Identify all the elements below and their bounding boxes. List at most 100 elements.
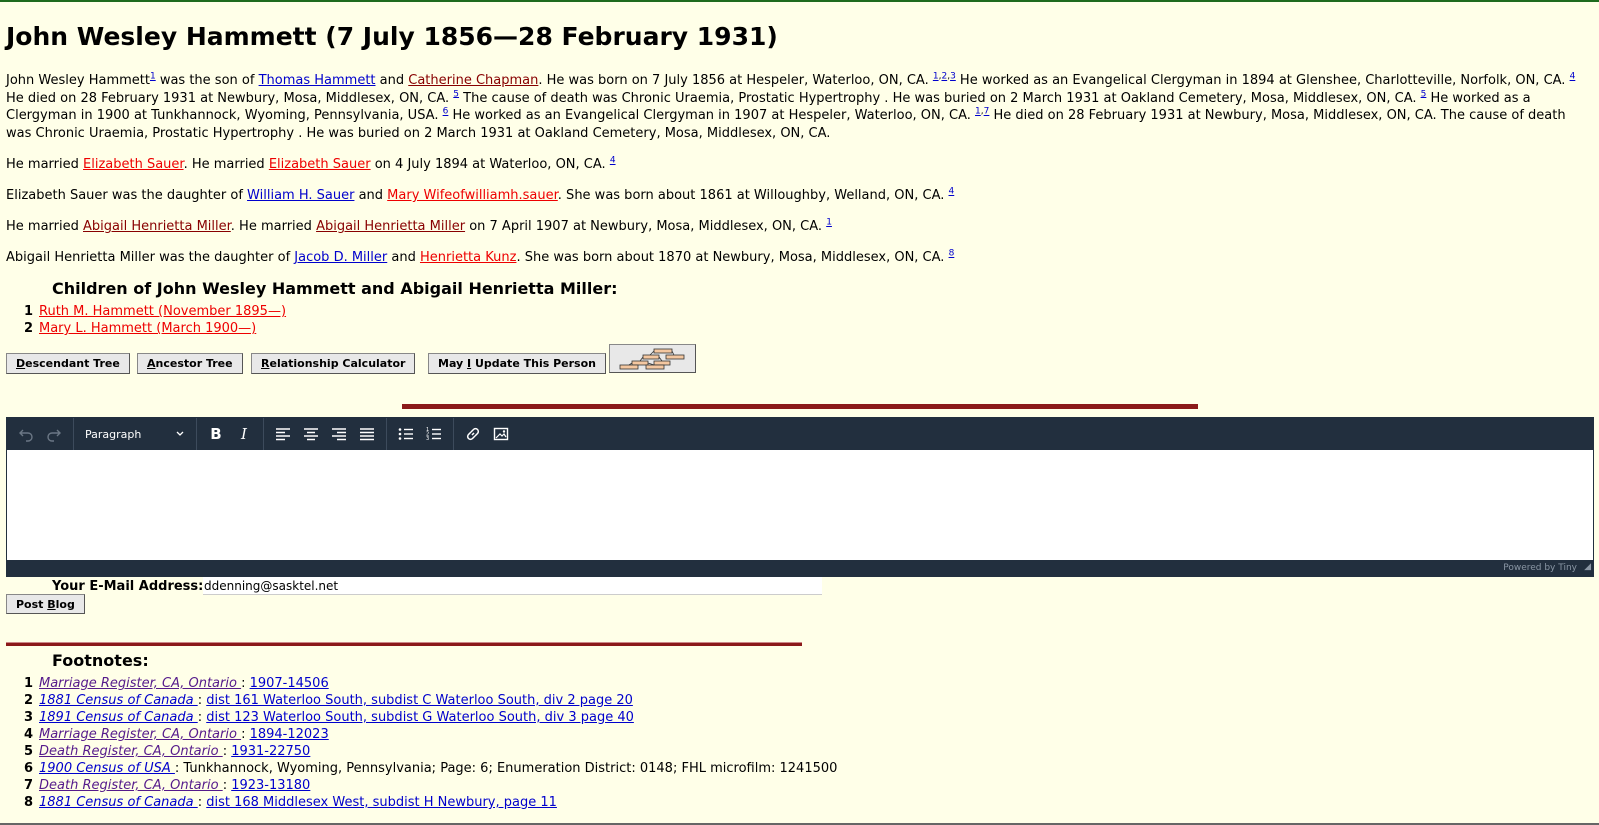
bio-text: and <box>375 73 409 88</box>
text: Abigail Henrietta Miller was the daughte… <box>6 250 295 265</box>
relationship-calculator-button[interactable]: Relationship Calculator <box>251 353 416 374</box>
spouse-link[interactable]: Abigail Henrietta Miller <box>316 219 465 234</box>
bio-text: He worked as an Evangelical Clergyman in… <box>448 108 976 123</box>
mother-link[interactable]: Catherine Chapman <box>408 73 538 88</box>
spouse-mother-link[interactable]: Mary Wifeofwilliamh.sauer <box>387 188 558 203</box>
footnotes-divider <box>6 642 802 646</box>
footnote-source-link[interactable]: Death Register, CA, Ontario <box>39 778 223 793</box>
editor-toolbar: Paragraph B I 123 <box>7 418 1593 450</box>
footnote-detail-link[interactable]: dist 123 Waterloo South, subdist G Water… <box>206 710 634 725</box>
footnote-ref[interactable]: 4 <box>949 187 955 197</box>
family-tree-chart-button[interactable] <box>609 344 696 373</box>
spouse-mother-link[interactable]: Henrietta Kunz <box>420 250 516 265</box>
image-icon[interactable] <box>487 420 515 448</box>
footnote-ref[interactable]: 1 <box>975 107 981 117</box>
item-number: 1 <box>24 304 34 319</box>
footnote-source-link[interactable]: 1881 Census of Canada <box>39 693 198 708</box>
footnote-detail-link[interactable]: dist 161 Waterloo South, subdist C Water… <box>206 693 633 708</box>
powered-by-link[interactable]: Powered by Tiny <box>1503 563 1577 573</box>
footnote-ref[interactable]: 1 <box>826 218 832 228</box>
footnote-source-link[interactable]: Marriage Register, CA, Ontario <box>39 676 241 691</box>
text: and <box>387 250 420 265</box>
numbered-list-icon[interactable]: 123 <box>420 420 448 448</box>
item-number: 5 <box>24 744 34 759</box>
email-input[interactable] <box>203 577 822 595</box>
history-group <box>7 418 74 450</box>
item-number: 2 <box>24 321 34 336</box>
child-link[interactable]: Mary L. Hammett (March 1900—) <box>39 321 256 336</box>
footnote-source-link[interactable]: 1900 Census of USA <box>39 761 175 776</box>
child-link[interactable]: Ruth M. Hammett (November 1895—) <box>39 304 286 319</box>
footnote-detail-link[interactable]: 1894-12023 <box>250 727 329 742</box>
align-left-icon[interactable] <box>269 420 297 448</box>
footnotes-list: 1 Marriage Register, CA, Ontario : 1907-1… <box>24 675 837 811</box>
spouse-2-parents-paragraph: Abigail Henrietta Miller was the daughte… <box>6 249 954 266</box>
align-right-icon[interactable] <box>325 420 353 448</box>
align-justify-icon[interactable] <box>353 420 381 448</box>
footnote-source-link[interactable]: Marriage Register, CA, Ontario <box>39 727 241 742</box>
footnote-ref[interactable]: 8 <box>949 249 955 259</box>
svg-text:3: 3 <box>426 436 429 441</box>
text: . He married <box>183 157 269 172</box>
section-divider <box>402 404 1198 409</box>
spouse-father-link[interactable]: Jacob D. Miller <box>294 250 387 265</box>
bio-text: He worked as an Evangelical Clergyman in… <box>955 73 1570 88</box>
footnote-source-link[interactable]: 1881 Census of Canada <box>39 795 198 810</box>
text: Elizabeth Sauer was the daughter of <box>6 188 248 203</box>
list-group: 123 <box>387 418 454 450</box>
undo-icon[interactable] <box>12 420 40 448</box>
block-format-select[interactable]: Paragraph <box>79 420 191 448</box>
text: . She was born about 1870 at Newbury, Mo… <box>516 250 949 265</box>
text: He married <box>6 219 83 234</box>
bold-icon[interactable]: B <box>202 420 230 448</box>
footnote-detail-text: Tunkhannock, Wyoming, Pennsylvania; Page… <box>183 761 838 776</box>
list-item: 1 Ruth M. Hammett (November 1895—) <box>24 303 286 320</box>
footnote-detail-link[interactable]: 1931-22750 <box>231 744 310 759</box>
children-list: 1 Ruth M. Hammett (November 1895—) 2 Mary … <box>24 303 286 337</box>
email-label: Your E-Mail Address: <box>52 579 204 594</box>
text-style-group: B I <box>197 418 264 450</box>
footnote-item: 6 1900 Census of USA : Tunkhannock, Wyomi… <box>24 760 837 777</box>
redo-icon[interactable] <box>40 420 68 448</box>
update-person-button[interactable]: May I Update This Person <box>428 353 606 374</box>
editor-statusbar: Powered by Tiny ◢ <box>7 560 1593 576</box>
text: on 7 April 1907 at Newbury, Mosa, Middle… <box>465 219 827 234</box>
children-heading: Children of John Wesley Hammett and Abig… <box>52 279 618 298</box>
spouse-link[interactable]: Elizabeth Sauer <box>269 157 371 172</box>
footnote-detail-link[interactable]: 1907-14506 <box>250 676 329 691</box>
editor-content-area[interactable] <box>7 450 1593 560</box>
footnote-ref[interactable]: 1 <box>933 72 939 82</box>
resize-handle-icon[interactable]: ◢ <box>1584 559 1591 575</box>
footnote-detail-link[interactable]: dist 168 Middlesex West, subdist H Newbu… <box>206 795 557 810</box>
item-number: 4 <box>24 727 34 742</box>
spouse-link[interactable]: Abigail Henrietta Miller <box>83 219 231 234</box>
footnote-ref[interactable]: 4 <box>1570 72 1576 82</box>
footnote-source-link[interactable]: Death Register, CA, Ontario <box>39 744 223 759</box>
align-center-icon[interactable] <box>297 420 325 448</box>
spouse-1-parents-paragraph: Elizabeth Sauer was the daughter of Will… <box>6 187 954 204</box>
separator: : <box>222 744 232 759</box>
separator: : <box>241 727 250 742</box>
footnote-source-link[interactable]: 1891 Census of Canada <box>39 710 198 725</box>
item-number: 1 <box>24 676 34 691</box>
ancestor-tree-button[interactable]: Ancestor Tree <box>137 353 243 374</box>
spouse-link[interactable]: Elizabeth Sauer <box>83 157 184 172</box>
link-icon[interactable] <box>459 420 487 448</box>
spouse-father-link[interactable]: William H. Sauer <box>247 188 354 203</box>
bullet-list-icon[interactable] <box>392 420 420 448</box>
father-link[interactable]: Thomas Hammett <box>259 73 376 88</box>
family-tree-icon <box>619 348 685 370</box>
footnote-ref[interactable]: 4 <box>610 156 616 166</box>
footnote-ref[interactable]: 2 <box>941 72 947 82</box>
footnote-item: 3 1891 Census of Canada : dist 123 Waterl… <box>24 709 837 726</box>
text: on 4 July 1894 at Waterloo, ON, CA. <box>370 157 610 172</box>
post-blog-button[interactable]: Post Blog <box>6 594 85 614</box>
footnote-item: 4 Marriage Register, CA, Ontario : 1894-1… <box>24 726 837 743</box>
separator: : <box>197 710 207 725</box>
italic-icon[interactable]: I <box>230 420 258 448</box>
insert-group <box>454 418 520 450</box>
descendant-tree-button[interactable]: Descendant Tree <box>6 353 130 374</box>
footnote-detail-link[interactable]: 1923-13180 <box>231 778 310 793</box>
marriage-1-paragraph: He married Elizabeth Sauer. He married E… <box>6 156 616 173</box>
item-number: 6 <box>24 761 34 776</box>
